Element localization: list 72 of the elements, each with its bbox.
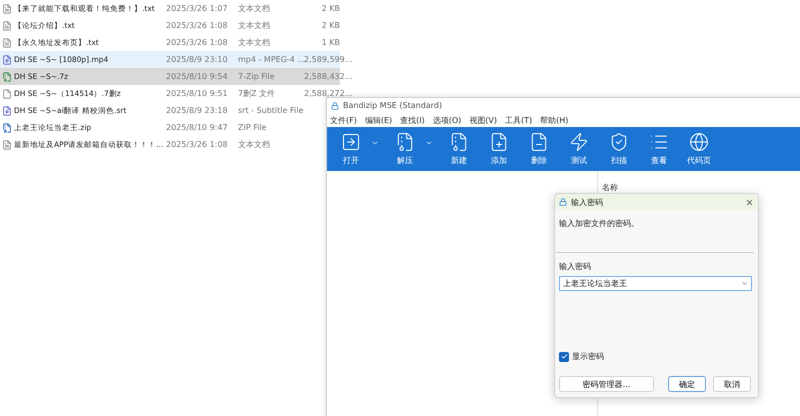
file-date: 2025/8/9 23:18 (166, 106, 228, 115)
file-size: 2 KB (320, 4, 340, 13)
text-file-icon (2, 4, 12, 14)
dialog-title: 输入密码 (571, 196, 604, 208)
file-type: 7-Zip File (238, 72, 275, 81)
file-date: 2025/3/26 1:08 (166, 21, 228, 30)
file-type: ZIP File (238, 123, 267, 132)
file-date: 2025/8/9 23:10 (166, 55, 228, 64)
file-type: mp4 - MPEG-4 ... (238, 55, 306, 64)
text-file-icon (2, 38, 12, 48)
menu-item[interactable]: 编辑(E) (364, 114, 392, 126)
caret-icon[interactable] (371, 139, 379, 147)
toolbar-button[interactable]: 测试 (559, 132, 599, 166)
file-type: 文本文档 (238, 3, 270, 14)
file-date: 2025/3/26 1:08 (166, 140, 228, 149)
file-type: 文本文档 (238, 139, 270, 150)
caret-icon[interactable] (741, 280, 748, 287)
toolbar-button[interactable]: 添加 (479, 132, 519, 166)
field-label: 输入密码 (559, 262, 591, 271)
menu-item[interactable]: 工具(T) (505, 114, 532, 126)
video-file-icon (2, 106, 12, 116)
file-icon (2, 88, 12, 98)
toolbar-button[interactable]: 打开 (331, 132, 371, 166)
file-plus-icon (489, 132, 509, 152)
file-size: 2 KB (320, 21, 340, 30)
show-password-checkbox[interactable] (559, 352, 569, 362)
file-minus-icon (529, 132, 549, 152)
menu-item[interactable]: 选项(O) (432, 114, 462, 126)
archive-icon (395, 132, 415, 152)
toolbar-button[interactable]: 查看 (639, 132, 679, 166)
text-file-icon (2, 140, 12, 150)
file-type: 文本文档 (238, 37, 270, 48)
file-date: 2025/8/10 9:51 (166, 89, 228, 98)
menu-item[interactable]: 查找(I) (400, 114, 425, 126)
password-field[interactable]: 上老王论坛当老王 (559, 276, 752, 291)
file-size: 2,589,599... (304, 55, 352, 64)
file-date: 2025/8/10 9:47 (166, 123, 228, 132)
toolbar-button[interactable]: 删除 (519, 132, 559, 166)
dialog-button[interactable]: 确定 (668, 376, 706, 392)
checkbox-label: 显示密码 (572, 351, 604, 362)
dialog-button[interactable]: 取消 (713, 376, 751, 392)
file-size: 1 KB (320, 38, 340, 47)
window-title: Bandizip MSE (Standard) (343, 101, 442, 110)
archive-icon (2, 72, 12, 82)
menu-item[interactable]: 文件(F) (330, 114, 357, 126)
text-file-icon (2, 20, 12, 30)
file-type: 7删Z 文件 (238, 88, 276, 99)
open-icon (341, 132, 361, 152)
dialog-button[interactable]: 密码管理器... (559, 376, 654, 392)
file-size: 2,588,272... (304, 89, 352, 98)
toolbar-button[interactable]: 扫描 (599, 132, 639, 166)
file-size: 2,588,432... (304, 72, 352, 81)
file-date: 2025/8/10 9:54 (166, 72, 228, 81)
video-file-icon (2, 54, 12, 64)
shield-icon (609, 132, 629, 152)
dialog-message: 输入加密文件的密码。 (559, 219, 639, 228)
toolbar-button[interactable]: 代码页 (679, 132, 719, 166)
file-date: 2025/3/26 1:08 (166, 38, 228, 47)
menu-item[interactable]: 视图(V) (469, 114, 498, 126)
toolbar-button[interactable]: 新建 (439, 132, 479, 166)
column-header[interactable]: 名称 (602, 183, 618, 192)
caret-icon[interactable] (425, 139, 433, 147)
file-date: 2025/3/26 1:07 (166, 4, 228, 13)
file-type: srt - Subtitle File (238, 106, 304, 115)
archive-icon (2, 122, 12, 132)
toolbar-button[interactable]: 解压 (385, 132, 425, 166)
globe-icon (689, 132, 709, 152)
menu-item[interactable]: 帮助(H) (540, 114, 568, 126)
close-icon[interactable] (745, 198, 754, 206)
archive-icon (449, 132, 469, 152)
file-type: 文本文档 (238, 20, 270, 31)
lightning-icon (569, 132, 589, 152)
